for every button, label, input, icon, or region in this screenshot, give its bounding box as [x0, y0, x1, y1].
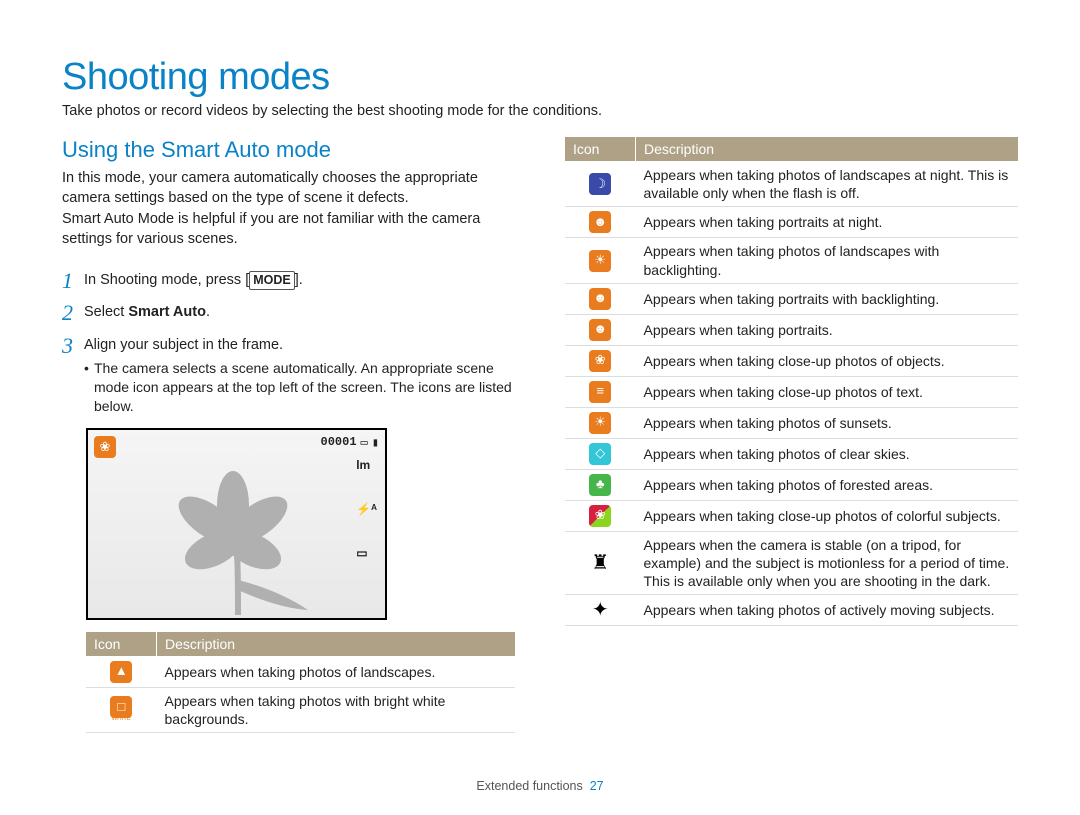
table-row: ♜ Appears when the camera is stable (on a… [565, 531, 1018, 595]
table-row: ☀ Appears when taking photos of landscape… [565, 238, 1018, 283]
counter: 00001 [321, 435, 357, 449]
icon-description: Appears when taking photos of forested a… [636, 469, 1019, 500]
icon-table-right: Icon Description ☽ Appears when taking ph… [565, 137, 1018, 626]
icon-description: Appears when taking close-up photos of t… [636, 376, 1019, 407]
scene-icon: ☽ [589, 173, 611, 195]
scene-icon: ≡ [589, 381, 611, 403]
scene-icon: □ [110, 696, 132, 718]
page-subtitle: Take photos or record videos by selectin… [62, 103, 1018, 119]
icon-description: Appears when the camera is stable (on a … [636, 531, 1019, 595]
th-desc: Description [636, 137, 1019, 162]
icon-table-left: Icon Description ▲ Appears when taking ph… [86, 632, 515, 733]
step-text: In Shooting mode, press [ [84, 272, 249, 288]
th-icon: Icon [86, 632, 157, 657]
th-desc: Description [157, 632, 516, 657]
table-row: ✦ Appears when taking photos of actively … [565, 595, 1018, 626]
table-row: ☻ Appears when taking portraits at night. [565, 207, 1018, 238]
mode-key: MODE [249, 271, 295, 290]
table-row: ❀ Appears when taking close-up photos of … [565, 345, 1018, 376]
step-text-end: ]. [295, 272, 303, 288]
scene-icon: ☻ [589, 211, 611, 233]
step-1: 1 In Shooting mode, press [MODE]. [62, 269, 515, 293]
icon-description: Appears when taking photos with bright w… [157, 687, 516, 732]
table-row: ☀ Appears when taking photos of sunsets. [565, 407, 1018, 438]
table-row: ≡ Appears when taking close-up photos of … [565, 376, 1018, 407]
scene-icon: ▲ [110, 661, 132, 683]
table-row: ♣ Appears when taking photos of forested … [565, 469, 1018, 500]
icon-description: Appears when taking portraits at night. [636, 207, 1019, 238]
footer-label: Extended functions [476, 779, 582, 793]
step-bold: Smart Auto [128, 304, 206, 320]
bar-icon: ▭ [356, 546, 377, 560]
step-3: 3 Align your subject in the frame. • The… [62, 334, 515, 416]
flower-icon: ❀ [94, 436, 116, 458]
icon-description: Appears when taking close-up photos of o… [636, 345, 1019, 376]
lcd-preview: ❀ 00001 ▭ ▮ lm ⚡ᴬ ▭ [86, 428, 387, 620]
scene-icon: ◇ [589, 443, 611, 465]
scene-icon: ❀ [589, 505, 611, 527]
page-title: Shooting modes [62, 56, 1018, 99]
step-2: 2 Select Smart Auto. [62, 301, 515, 325]
table-row: □WHITEAppears when taking photos with br… [86, 687, 515, 732]
bullet-text: The camera selects a scene automatically… [94, 359, 515, 416]
icon-description: Appears when taking portraits with backl… [636, 283, 1019, 314]
icon-description: Appears when taking portraits. [636, 314, 1019, 345]
table-row: ☻ Appears when taking portraits. [565, 314, 1018, 345]
scene-icon: ❀ [589, 350, 611, 372]
step-text-end: . [206, 304, 210, 320]
step-text: Align your subject in the frame. [84, 336, 515, 356]
table-row: ❀ Appears when taking close-up photos of … [565, 500, 1018, 531]
scene-icon: ☻ [589, 288, 611, 310]
battery-icon: ▮ [372, 435, 379, 450]
icon-description: Appears when taking photos of landscapes… [636, 162, 1019, 207]
intro-p1: In this mode, your camera automatically … [62, 169, 515, 208]
size-icon: lm [356, 458, 377, 472]
page-number: 27 [590, 779, 604, 793]
step-text: Select [84, 304, 128, 320]
step-number: 2 [62, 301, 84, 325]
scene-icon: ✦ [589, 599, 611, 621]
table-row: ☽ Appears when taking photos of landscape… [565, 162, 1018, 207]
scene-icon: ♣ [589, 474, 611, 496]
flower-graphic [138, 450, 348, 620]
icon-description: Appears when taking close-up photos of c… [636, 500, 1019, 531]
table-row: ▲ Appears when taking photos of landscape… [86, 656, 515, 687]
icon-description: Appears when taking photos of landscapes… [636, 238, 1019, 283]
th-icon: Icon [565, 137, 636, 162]
icon-description: Appears when taking photos of landscapes… [157, 656, 516, 687]
bullet-dot: • [84, 359, 94, 416]
intro-p2: Smart Auto Mode is helpful if you are no… [62, 210, 515, 249]
icon-description: Appears when taking photos of clear skie… [636, 438, 1019, 469]
step-number: 3 [62, 334, 84, 358]
icon-description: Appears when taking photos of sunsets. [636, 407, 1019, 438]
scene-icon: ☀ [589, 250, 611, 272]
page-footer: Extended functions 27 [0, 779, 1080, 793]
step-number: 1 [62, 269, 84, 293]
table-row: ◇ Appears when taking photos of clear ski… [565, 438, 1018, 469]
scene-icon: ☻ [589, 319, 611, 341]
scene-icon: ☀ [589, 412, 611, 434]
section-heading: Using the Smart Auto mode [62, 137, 515, 163]
sd-icon: ▭ [361, 435, 368, 450]
icon-description: Appears when taking photos of actively m… [636, 595, 1019, 626]
table-row: ☻ Appears when taking portraits with back… [565, 283, 1018, 314]
flash-icon: ⚡ᴬ [356, 502, 377, 516]
scene-icon: ♜ [589, 552, 611, 574]
